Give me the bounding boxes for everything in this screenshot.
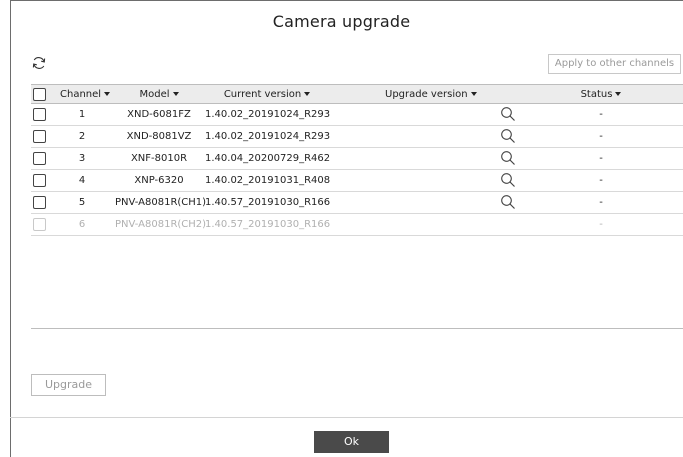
table-row[interactable]: 5 PNV-A8081R(CH1) 1.40.57_20191030_R166 - [31,192,683,214]
cell-current-version: 1.40.02_20191024_R293 [205,109,331,120]
cell-model: XNP-6320 [134,175,184,186]
header-channel[interactable]: Channel [60,89,111,100]
header-upgrade-version-label: Upgrade version [385,89,468,100]
search-icon[interactable] [500,172,516,188]
table-row[interactable]: 1 XND-6081FZ 1.40.02_20191024_R293 - [31,104,683,126]
row-checkbox[interactable] [33,108,46,121]
cell-current-version: 1.40.04_20200729_R462 [205,153,331,164]
caret-down-icon [470,92,477,96]
table-header: Channel Model Current version Upgrade ve… [31,84,683,104]
cell-status: - [599,197,603,208]
table-bottom-divider [31,328,683,329]
upgrade-button[interactable]: Upgrade [31,374,106,396]
table-row[interactable]: 4 XNP-6320 1.40.02_20191031_R408 - [31,170,683,192]
cell-channel: 2 [78,131,86,142]
search-icon[interactable] [500,150,516,166]
header-current-version[interactable]: Current version [205,89,329,100]
footer-divider [10,417,683,418]
row-checkbox [33,218,46,231]
caret-down-icon [104,92,111,96]
apply-to-other-channels-button[interactable]: Apply to other channels [548,54,681,74]
caret-down-icon [304,92,311,96]
cell-channel: 4 [78,175,86,186]
cell-channel: 6 [78,219,86,230]
search-icon[interactable] [500,128,516,144]
caret-down-icon [615,92,622,96]
cell-model: PNV-A8081R(CH2) [115,219,207,230]
cell-status: - [599,131,603,142]
header-current-version-label: Current version [223,89,302,100]
cell-current-version: 1.40.57_20191030_R166 [205,197,331,208]
cell-model: XNF-8010R [130,153,188,164]
row-checkbox[interactable] [33,174,46,187]
row-checkbox[interactable] [33,152,46,165]
header-channel-label: Channel [60,89,102,100]
table-row[interactable]: 3 XNF-8010R 1.40.04_20200729_R462 - [31,148,683,170]
cell-current-version: 1.40.02_20191024_R293 [205,131,331,142]
cell-status: - [599,109,603,120]
header-status[interactable]: Status [551,89,651,100]
header-status-label: Status [580,89,613,100]
cell-model: PNV-A8081R(CH1) [115,197,207,208]
cell-channel: 5 [78,197,86,208]
cell-status: - [599,175,603,186]
caret-down-icon [172,92,179,96]
cell-status: - [599,153,603,164]
cell-current-version: 1.40.02_20191031_R408 [205,175,331,186]
cell-model: XND-6081FZ [127,109,191,120]
header-model[interactable]: Model [115,89,203,100]
refresh-icon[interactable] [31,55,47,71]
dialog-title: Camera upgrade [272,12,411,31]
search-icon[interactable] [500,194,516,210]
table-row[interactable]: 6 PNV-A8081R(CH2) 1.40.57_20191030_R166 - [31,214,683,236]
table-row[interactable]: 2 XND-8081VZ 1.40.02_20191024_R293 - [31,126,683,148]
header-model-label: Model [139,89,170,100]
header-upgrade-version[interactable]: Upgrade version [385,89,477,100]
search-icon[interactable] [500,106,516,122]
row-checkbox[interactable] [33,130,46,143]
row-checkbox[interactable] [33,196,46,209]
cell-current-version: 1.40.57_20191030_R166 [205,219,331,230]
cell-model: XND-8081VZ [126,131,192,142]
cell-status: - [599,219,603,230]
cell-channel: 1 [78,109,86,120]
select-all-checkbox[interactable] [33,88,46,101]
ok-button[interactable]: Ok [314,431,389,453]
cell-channel: 3 [78,153,86,164]
